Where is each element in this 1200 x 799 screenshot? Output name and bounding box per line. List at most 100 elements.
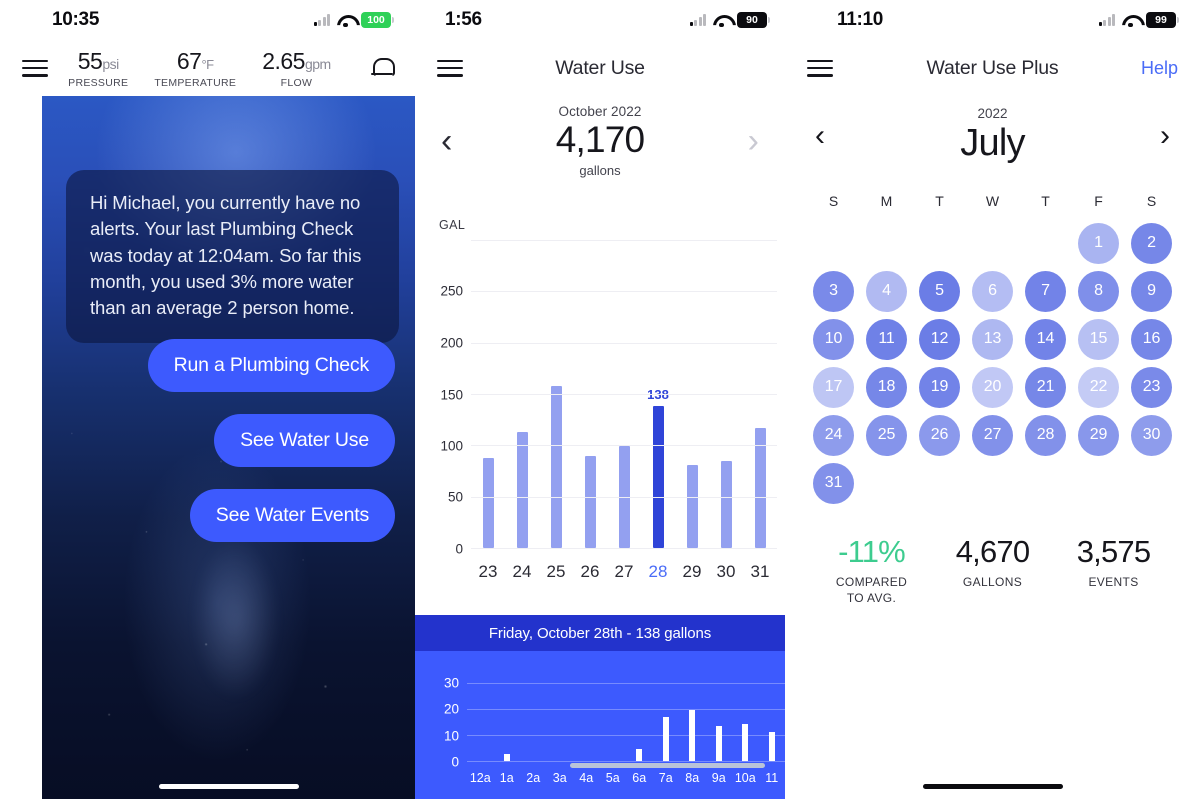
calendar-day[interactable]: 25 — [866, 414, 907, 456]
detail-x-tick: 3a — [552, 771, 567, 785]
chart-x-tick[interactable]: 30 — [709, 562, 743, 582]
calendar-day[interactable]: 26 — [919, 414, 960, 456]
chart-gridline: 100 — [440, 438, 777, 453]
calendar-day[interactable]: 5 — [919, 270, 960, 312]
calendar-day[interactable]: 4 — [866, 270, 907, 312]
calendar-day[interactable]: 31 — [813, 462, 854, 504]
calendar-week-row: 3456789 — [807, 270, 1178, 312]
detail-bar-column[interactable] — [679, 667, 706, 761]
detail-bar-column[interactable] — [494, 667, 521, 761]
notifications-button[interactable] — [370, 56, 395, 80]
calendar-day[interactable]: 2 — [1131, 222, 1172, 264]
calendar-day[interactable]: 9 — [1131, 270, 1172, 312]
hamburger-icon[interactable] — [22, 59, 48, 77]
calendar-cell: 10 — [807, 318, 860, 360]
calendar-day[interactable]: 13 — [972, 318, 1013, 360]
next-month-button[interactable]: › — [1160, 121, 1170, 151]
calendar-cell: 8 — [1072, 270, 1125, 312]
calendar-day[interactable]: 1 — [1078, 222, 1119, 264]
calendar-day[interactable]: 15 — [1078, 318, 1119, 360]
detail-y-tick: 30 — [443, 675, 459, 691]
hamburger-icon[interactable] — [437, 59, 463, 77]
calendar-day[interactable]: 21 — [1025, 366, 1066, 408]
detail-bar-column[interactable] — [547, 667, 574, 761]
calendar-day[interactable]: 6 — [972, 270, 1013, 312]
detail-bar-column[interactable] — [600, 667, 627, 761]
calendar-day[interactable]: 12 — [919, 318, 960, 360]
chart-bar[interactable] — [584, 455, 596, 548]
chart-x-tick[interactable]: 24 — [505, 562, 539, 582]
calendar-day[interactable]: 3 — [813, 270, 854, 312]
calendar-weekday: T — [1041, 192, 1050, 209]
calendar-day[interactable]: 29 — [1078, 414, 1119, 456]
detail-bar-column[interactable] — [467, 667, 494, 761]
wifi-icon — [1122, 14, 1139, 28]
chart-bar[interactable] — [516, 432, 528, 548]
phone-screen-home: 10:35 100 55psi PRESSURE 67°F TEMPERATUR… — [0, 0, 415, 799]
calendar-day[interactable]: 14 — [1025, 318, 1066, 360]
prev-month-button[interactable]: ‹ — [815, 121, 825, 151]
detail-bar-column[interactable] — [573, 667, 600, 761]
see-water-events-button[interactable]: See Water Events — [189, 489, 395, 542]
calendar-day[interactable]: 7 — [1025, 270, 1066, 312]
status-bar-3: 11:10 99 — [785, 0, 1200, 40]
stat-compared-to-avg: -11% COMPARED TO AVG. — [811, 534, 932, 606]
chart-plot-area: 138 0 50 100 150 200 250 — [440, 240, 777, 557]
chart-bar[interactable] — [550, 385, 562, 548]
stat-compared-value: -11% — [838, 533, 906, 569]
calendar-day[interactable]: 17 — [813, 366, 854, 408]
chart-y-axis-unit: GAL — [439, 218, 466, 232]
detail-bar-column[interactable] — [653, 667, 680, 761]
chart-bar[interactable] — [652, 406, 664, 548]
detail-bar-column[interactable] — [759, 667, 786, 761]
detail-bar-column[interactable] — [626, 667, 653, 761]
day-detail-plot-area: 0 10 20 30 — [444, 667, 786, 770]
calendar-day[interactable]: 8 — [1078, 270, 1119, 312]
calendar-day[interactable]: 10 — [813, 318, 854, 360]
calendar-day[interactable]: 24 — [813, 414, 854, 456]
chart-bar[interactable] — [720, 460, 732, 548]
detail-bar-column[interactable] — [732, 667, 759, 761]
run-plumbing-check-button[interactable]: Run a Plumbing Check — [147, 339, 395, 392]
help-link[interactable]: Help — [1141, 58, 1178, 79]
chart-x-tick[interactable]: 26 — [573, 562, 607, 582]
calendar-day[interactable]: 22 — [1078, 366, 1119, 408]
chart-y-tick: 100 — [440, 438, 463, 454]
chart-x-tick[interactable]: 25 — [539, 562, 573, 582]
detail-bar — [636, 749, 643, 761]
cellular-signal-icon — [1098, 14, 1115, 26]
calendar-day[interactable]: 19 — [919, 366, 960, 408]
chart-x-tick[interactable]: 23 — [471, 562, 505, 582]
calendar-day[interactable]: 27 — [972, 414, 1013, 456]
calendar-day[interactable]: 28 — [1025, 414, 1066, 456]
chart-x-tick[interactable]: 29 — [675, 562, 709, 582]
calendar-day[interactable]: 16 — [1131, 318, 1172, 360]
calendar-day[interactable]: 20 — [972, 366, 1013, 408]
chart-x-tick[interactable]: 28 — [641, 562, 675, 582]
calendar-cell: 16 — [1125, 318, 1178, 360]
detail-y-tick: 10 — [443, 728, 459, 744]
calendar-cell: 17 — [807, 366, 860, 408]
chart-gridline: 250 — [440, 284, 777, 299]
chart-bar[interactable] — [686, 464, 698, 548]
horizontal-scrollbar[interactable] — [570, 763, 765, 768]
wifi-icon — [713, 14, 730, 28]
screenshot-root: 10:35 100 55psi PRESSURE 67°F TEMPERATUR… — [0, 0, 1200, 799]
chart-x-tick[interactable]: 27 — [607, 562, 641, 582]
calendar-day[interactable]: 30 — [1131, 414, 1172, 456]
chart-x-tick[interactable]: 31 — [743, 562, 777, 582]
detail-bar-column[interactable] — [520, 667, 547, 761]
calendar-day[interactable]: 23 — [1131, 366, 1172, 408]
calendar-day[interactable]: 18 — [866, 366, 907, 408]
detail-bar-column[interactable] — [706, 667, 733, 761]
chart-gridline: 150 — [440, 387, 777, 402]
next-period-button[interactable]: › — [748, 124, 759, 158]
prev-period-button[interactable]: ‹ — [441, 124, 452, 158]
hamburger-icon[interactable] — [807, 59, 833, 77]
calendar-day-empty — [813, 223, 854, 264]
calendar-cell: 1 — [1072, 222, 1125, 264]
chart-bar[interactable] — [482, 457, 494, 548]
detail-x-tick: 5a — [605, 771, 620, 785]
calendar-day[interactable]: 11 — [866, 318, 907, 360]
see-water-use-button[interactable]: See Water Use — [214, 414, 395, 467]
